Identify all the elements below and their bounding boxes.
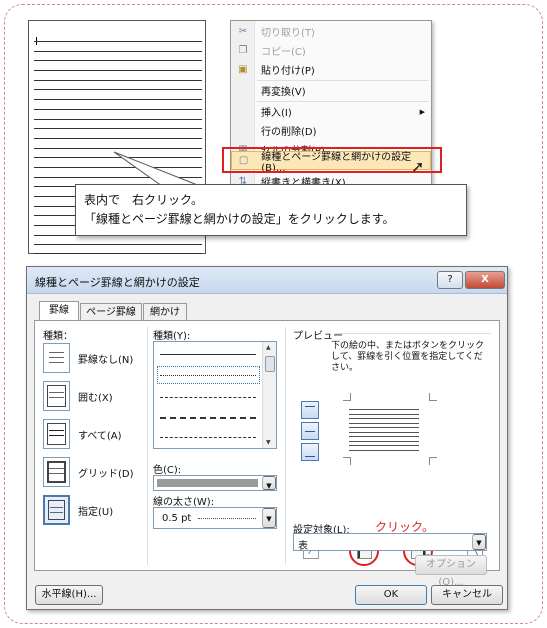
- table-row[interactable]: [34, 99, 202, 109]
- dialog-titlebar: 線種とページ罫線と網かけの設定 ? X: [27, 267, 507, 294]
- border-grid-icon: [43, 457, 70, 487]
- setting-none[interactable]: 罫線なし(N): [43, 341, 153, 375]
- bottom-border-button[interactable]: [301, 443, 319, 461]
- apply-to-select[interactable]: 表 ▼: [293, 533, 487, 552]
- line-style-solid[interactable]: [160, 354, 256, 355]
- paste-icon: ▣: [238, 64, 248, 75]
- table-row[interactable]: [34, 60, 202, 70]
- line-style-label: 種類(Y):: [153, 331, 191, 342]
- top-border-button[interactable]: [301, 401, 319, 419]
- table-row[interactable]: [34, 79, 202, 90]
- chevron-down-icon[interactable]: ▼: [472, 534, 486, 550]
- menu-item-cut[interactable]: ✂ 切り取り(T): [231, 22, 431, 41]
- ok-button[interactable]: OK: [355, 585, 427, 605]
- scroll-thumb[interactable]: [265, 356, 275, 372]
- scissors-icon: ✂: [238, 26, 248, 37]
- setting-custom[interactable]: 指定(U): [43, 493, 153, 527]
- cancel-button[interactable]: キャンセル: [431, 585, 503, 605]
- width-select[interactable]: 0.5 pt ▼: [153, 507, 277, 529]
- preview-line: [349, 431, 419, 433]
- color-select[interactable]: ▼: [153, 475, 277, 491]
- table-row[interactable]: [34, 234, 202, 245]
- border-none-icon: [43, 343, 70, 373]
- preview-hint: 下の絵の中、またはボタンをクリックして、罫線を引く位置を指定してください。: [331, 341, 485, 373]
- horizontal-line-button[interactable]: 水平線(H)...: [35, 585, 103, 605]
- line-style-dash-dot[interactable]: [160, 437, 256, 438]
- table-row[interactable]: [34, 137, 202, 148]
- copy-icon: ❐: [238, 45, 248, 56]
- chevron-down-icon[interactable]: ▼: [262, 476, 276, 490]
- preview-line: [349, 440, 419, 442]
- table-row[interactable]: [34, 118, 202, 129]
- menu-item-insert[interactable]: 挿入(I) ▶: [231, 102, 431, 121]
- preview-line: [349, 445, 419, 446]
- table-row[interactable]: [34, 244, 202, 255]
- close-button[interactable]: X: [465, 271, 505, 289]
- setting-label: 種類：: [43, 331, 73, 342]
- menu-item-copy[interactable]: ❐ コピー(C): [231, 41, 431, 60]
- line-style-scrollbar[interactable]: ▲ ▼: [262, 342, 276, 448]
- table-row[interactable]: [34, 41, 202, 51]
- line-style-dotted[interactable]: [160, 375, 256, 376]
- dialog-title: 線種とページ罫線と網かけの設定: [35, 276, 200, 289]
- divider: [285, 327, 286, 565]
- instruction-callout: 表内で 右クリック。 「線種とページ罫線と網かけの設定」をクリックします。: [75, 184, 467, 236]
- menu-item-reconvert[interactable]: 再変換(V): [231, 81, 431, 100]
- line-style-dashed[interactable]: [160, 397, 256, 398]
- table-row[interactable]: [34, 89, 202, 99]
- menu-item-delete-row[interactable]: 行の削除(D): [231, 121, 431, 140]
- preview-area[interactable]: [341, 391, 439, 467]
- setting-box[interactable]: 囲む(X): [43, 379, 153, 413]
- preview-line: [349, 413, 419, 415]
- preview-line: [349, 427, 419, 428]
- preview-line: [349, 436, 419, 437]
- scroll-down-icon[interactable]: ▼: [266, 439, 271, 446]
- table-row[interactable]: [34, 50, 202, 61]
- setting-grid[interactable]: グリッド(D): [43, 455, 153, 489]
- help-button[interactable]: ?: [437, 271, 463, 289]
- highlight-box: [222, 147, 442, 173]
- table-row[interactable]: [34, 70, 202, 80]
- scroll-up-icon[interactable]: ▲: [266, 344, 271, 351]
- preview-line: [349, 449, 419, 451]
- table-row[interactable]: [34, 108, 202, 119]
- tab-borders[interactable]: 罫線: [39, 301, 79, 321]
- tab-shading[interactable]: 網かけ: [143, 303, 187, 321]
- borders-shading-dialog: 線種とページ罫線と網かけの設定 ? X 罫線 ページ罫線 網かけ 種類： 罫線な…: [26, 266, 508, 610]
- width-label: 線の太さ(W):: [153, 497, 215, 508]
- line-style-list[interactable]: ▲ ▼: [153, 341, 277, 449]
- options-button[interactable]: オプション(O)...: [415, 555, 487, 588]
- color-label: 色(C):: [153, 465, 182, 476]
- table-row[interactable]: [34, 128, 202, 138]
- chevron-down-icon[interactable]: ▼: [262, 508, 276, 528]
- color-swatch: [157, 479, 258, 487]
- preview-line: [349, 422, 419, 424]
- line-style-dashed-long[interactable]: [160, 417, 256, 419]
- border-box-icon: [43, 381, 70, 411]
- border-all-icon: [43, 419, 70, 449]
- preview-line: [349, 409, 419, 410]
- inside-h-border-button[interactable]: [301, 422, 319, 440]
- mouse-pointer-icon: ➚: [411, 157, 425, 176]
- submenu-arrow-icon: ▶: [419, 107, 425, 116]
- divider: [147, 327, 148, 565]
- border-custom-icon: [43, 495, 70, 525]
- setting-all[interactable]: すべて(A): [43, 417, 153, 451]
- menu-item-paste[interactable]: ▣ 貼り付け(P): [231, 60, 431, 79]
- preview-line: [349, 418, 419, 419]
- tab-page-border[interactable]: ページ罫線: [80, 303, 142, 321]
- preview-label: プレビュー: [293, 331, 343, 342]
